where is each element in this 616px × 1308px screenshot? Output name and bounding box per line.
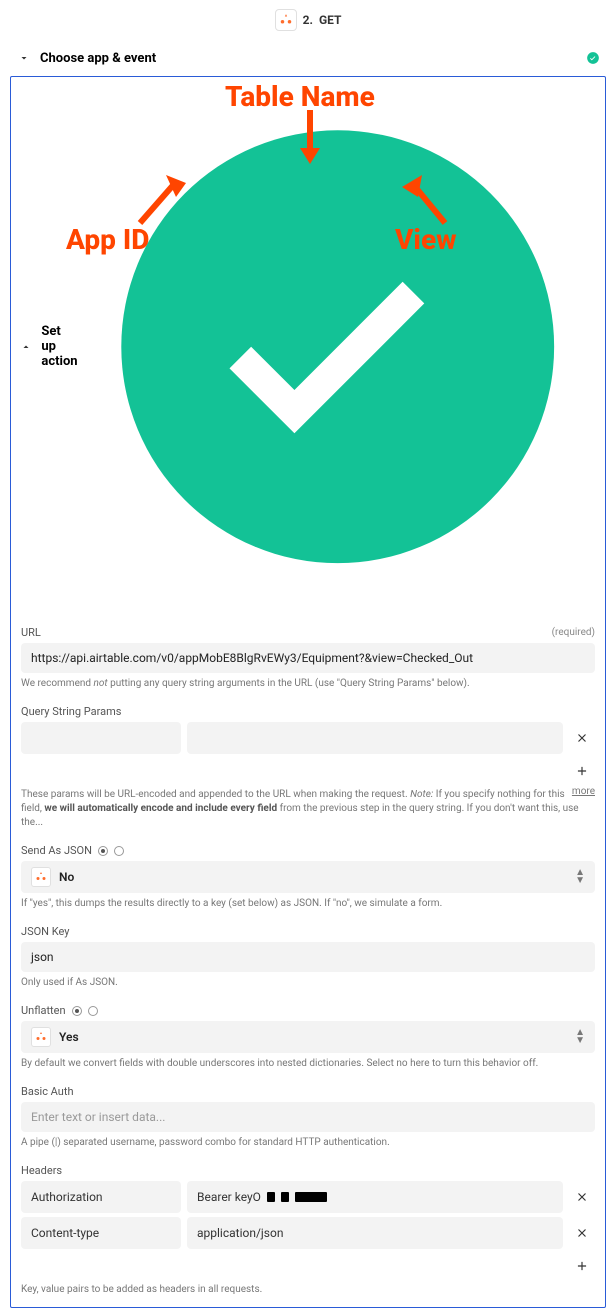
step-number: 2. [303, 13, 313, 27]
redacted-block [295, 1192, 327, 1202]
select-value: No [59, 870, 567, 884]
headers-help: Key, value pairs to be added as headers … [21, 1283, 595, 1297]
plus-icon [575, 1259, 589, 1273]
send-json-select[interactable]: No ▲▼ [21, 861, 595, 893]
basic-auth-label: Basic Auth [21, 1085, 74, 1098]
add-param-button[interactable] [569, 758, 595, 784]
remove-header-button[interactable] [569, 1184, 595, 1210]
select-value: Yes [59, 1030, 567, 1044]
param-key-input[interactable] [21, 722, 181, 754]
param-value-input[interactable] [187, 722, 563, 754]
query-params-help: These params will be URL-encoded and app… [21, 788, 595, 830]
header-value-input[interactable]: Bearer keyO [187, 1181, 563, 1213]
checkmark-icon [586, 51, 600, 65]
section-setup-header[interactable]: Set up action [11, 77, 605, 616]
url-input[interactable]: https://api.airtable.com/v0/appMobE8BlgR… [21, 643, 595, 673]
unflatten-select[interactable]: Yes ▲▼ [21, 1021, 595, 1053]
header-key-input[interactable]: Content-type [21, 1217, 181, 1249]
plus-icon [575, 764, 589, 778]
close-icon [575, 731, 589, 745]
json-key-label: JSON Key [21, 925, 69, 938]
webhooks-icon [31, 1027, 51, 1047]
header-value-input[interactable]: application/json [187, 1217, 563, 1249]
webhooks-icon [275, 9, 297, 31]
radio-selected-icon [98, 846, 108, 856]
redacted-block [281, 1192, 289, 1202]
url-label: URL [21, 626, 41, 639]
headers-label: Headers [21, 1164, 62, 1177]
checkmark-icon [78, 87, 597, 606]
section-choose-app-event[interactable]: Choose app & event [10, 40, 606, 76]
section-label: Set up action [41, 324, 77, 369]
webhooks-icon [31, 867, 51, 887]
chevron-up-icon [19, 339, 33, 355]
add-header-button[interactable] [569, 1253, 595, 1279]
remove-header-button[interactable] [569, 1220, 595, 1246]
header-key-input[interactable]: Authorization [21, 1181, 181, 1213]
redacted-block [267, 1192, 275, 1202]
url-help: We recommend not putting any query strin… [21, 677, 595, 691]
updown-icon: ▲▼ [575, 869, 585, 885]
radio-unselected-icon [88, 1006, 98, 1016]
send-json-help: If "yes", this dumps the results directl… [21, 897, 595, 911]
section-setup-action: Set up action URL (required) https://api… [10, 76, 606, 1308]
step-header: 2. GET [0, 0, 616, 40]
unflatten-label: Unflatten [21, 1004, 66, 1017]
section-label: Choose app & event [40, 51, 586, 66]
required-label: (required) [552, 627, 595, 638]
basic-auth-input[interactable]: Enter text or insert data... [21, 1102, 595, 1132]
json-key-input[interactable]: json [21, 942, 595, 972]
basic-auth-help: A pipe (|) separated username, password … [21, 1136, 595, 1150]
radio-selected-icon [72, 1006, 82, 1016]
close-icon [575, 1190, 589, 1204]
header-row: Content-type application/json [21, 1217, 595, 1249]
header-row: Authorization Bearer keyO [21, 1181, 595, 1213]
chevron-down-icon [16, 50, 32, 66]
json-key-help: Only used if As JSON. [21, 976, 595, 990]
radio-unselected-icon [114, 846, 124, 856]
query-params-label: Query String Params [21, 705, 121, 718]
send-json-label: Send As JSON [21, 844, 92, 857]
close-icon [575, 1226, 589, 1240]
step-name: GET [319, 13, 341, 27]
updown-icon: ▲▼ [575, 1029, 585, 1045]
remove-param-button[interactable] [569, 725, 595, 751]
more-link[interactable]: more [572, 786, 595, 797]
unflatten-help: By default we convert fields with double… [21, 1057, 595, 1071]
